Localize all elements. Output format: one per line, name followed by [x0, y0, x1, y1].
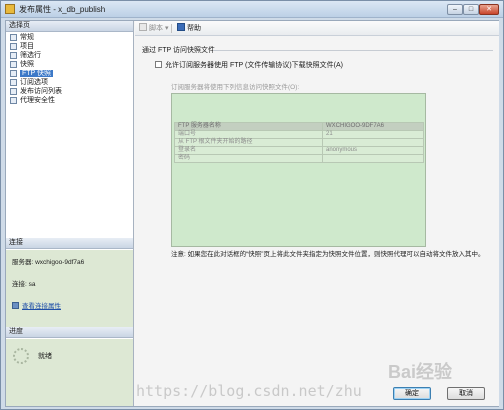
property-row: 从 FTP 根文件夹开始的路径	[174, 138, 424, 147]
script-icon	[139, 23, 147, 31]
connection-properties-icon	[12, 302, 19, 309]
page-icon	[10, 88, 17, 95]
close-button[interactable]: ✕	[479, 4, 499, 15]
ftp-property-grid: FTP 服务器名称 WXCHIGOO-9DF7A6 端口号 21 从 FTP 根…	[171, 93, 426, 247]
server-label: 服务器: wxchigoo-9df7a6	[12, 259, 85, 266]
connection-header: 连接	[6, 238, 133, 249]
help-button[interactable]: 帮助	[177, 23, 201, 34]
content-pane: 脚本 ▾ 帮助 通过 FTP 访问快照文件 允许订阅服务器使用 FTP (文件传…	[135, 21, 499, 406]
ftp-group-title: 通过 FTP 访问快照文件	[142, 47, 215, 54]
allow-ftp-option[interactable]: 允许订阅服务器使用 FTP (文件传输协议)下载快照文件(A)	[155, 60, 343, 70]
progress-header: 进度	[6, 327, 133, 338]
page-item-ftp-snapshot[interactable]: FTP 快照	[8, 69, 132, 78]
ok-button[interactable]: 确定	[393, 387, 431, 400]
progress-status: 就绪	[38, 353, 52, 360]
script-button[interactable]: 脚本 ▾	[139, 23, 168, 34]
cancel-button[interactable]: 取消	[447, 387, 485, 400]
minimize-button[interactable]: –	[447, 4, 463, 15]
properties-window: 发布属性 - x_db_publish – □ ✕ 选择页 常规 项目 筛选行 …	[0, 0, 504, 410]
connection-label: 连接: sa	[12, 281, 36, 288]
progress-panel: 就绪	[6, 339, 133, 406]
page-item-snapshot[interactable]: 快照	[8, 60, 132, 69]
page-icon	[10, 43, 17, 50]
group-divider	[213, 50, 493, 51]
page-item-general[interactable]: 常规	[8, 33, 132, 42]
page-item-agent-security[interactable]: 代理安全性	[8, 96, 132, 105]
title-bar[interactable]: 发布属性 - x_db_publish – □ ✕	[1, 1, 503, 18]
property-value[interactable]	[322, 154, 424, 163]
property-value[interactable]: anonymous	[322, 146, 424, 155]
property-value[interactable]	[322, 138, 424, 147]
allow-ftp-checkbox[interactable]	[155, 61, 162, 68]
baidu-watermark: Bai经验	[388, 362, 453, 382]
toolbar: 脚本 ▾ 帮助	[135, 21, 499, 36]
maximize-button[interactable]: □	[463, 4, 479, 15]
property-key: 密码	[174, 154, 323, 163]
page-icon	[10, 79, 17, 86]
property-row: 端口号 21	[174, 130, 424, 139]
dialog-body: 选择页 常规 项目 筛选行 快照 FTP 快照 订阅选项 发布访问列表 代理安全…	[5, 20, 499, 407]
property-value[interactable]: WXCHIGOO-9DF7A6	[322, 122, 424, 131]
toolbar-divider	[171, 24, 172, 33]
property-key: 从 FTP 根文件夹开始的路径	[174, 138, 323, 147]
page-icon	[10, 97, 17, 104]
progress-spinner-icon	[13, 348, 29, 364]
view-connection-properties-link[interactable]: 查看连接属性	[12, 300, 61, 310]
property-row: 密码	[174, 154, 424, 163]
app-icon	[5, 4, 15, 14]
page-item-publication-access-list[interactable]: 发布访问列表	[8, 87, 132, 96]
page-list: 常规 项目 筛选行 快照 FTP 快照 订阅选项 发布访问列表 代理安全性	[8, 33, 132, 105]
property-key: FTP 服务器名称	[174, 122, 323, 131]
page-icon	[10, 52, 17, 59]
select-page-header: 选择页	[6, 21, 133, 32]
note-text: 注意: 如果您在此对话框的“快照”页上将此文件夹指定为快照文件位置，则快照代理可…	[171, 251, 485, 258]
left-pane: 选择页 常规 项目 筛选行 快照 FTP 快照 订阅选项 发布访问列表 代理安全…	[6, 21, 134, 406]
url-watermark: https://blog.csdn.net/zhu	[136, 382, 362, 400]
page-icon	[10, 34, 17, 41]
page-icon	[10, 61, 17, 68]
property-key: 端口号	[174, 130, 323, 139]
page-item-subscription-options[interactable]: 订阅选项	[8, 78, 132, 87]
page-item-filter-rows[interactable]: 筛选行	[8, 51, 132, 60]
page-icon	[10, 70, 17, 77]
property-table: FTP 服务器名称 WXCHIGOO-9DF7A6 端口号 21 从 FTP 根…	[174, 122, 424, 163]
property-value[interactable]: 21	[322, 130, 424, 139]
connection-hint: 订阅服务器将使用下列信息访问快照文件(O):	[171, 84, 300, 91]
connection-panel: 服务器: wxchigoo-9df7a6 连接: sa 查看连接属性	[6, 250, 133, 327]
property-key: 登录名	[174, 146, 323, 155]
help-icon	[177, 23, 185, 31]
window-title: 发布属性 - x_db_publish	[19, 5, 106, 14]
property-row: FTP 服务器名称 WXCHIGOO-9DF7A6	[174, 122, 424, 131]
property-row: 登录名 anonymous	[174, 146, 424, 155]
page-item-articles[interactable]: 项目	[8, 42, 132, 51]
